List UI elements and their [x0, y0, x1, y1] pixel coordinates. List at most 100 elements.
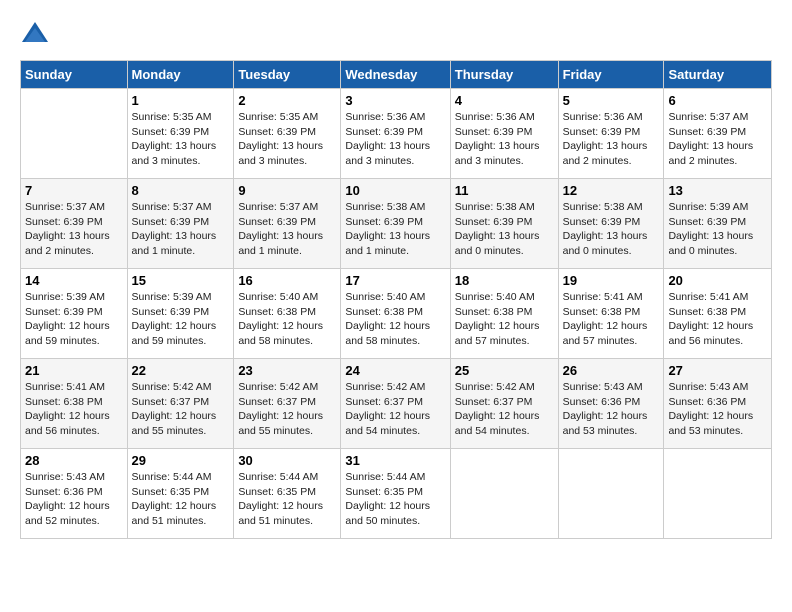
day-info: Sunrise: 5:42 AMSunset: 6:37 PMDaylight:… — [132, 380, 230, 439]
week-row-5: 28 Sunrise: 5:43 AMSunset: 6:36 PMDayligh… — [21, 449, 772, 539]
col-header-saturday: Saturday — [664, 61, 772, 89]
day-info: Sunrise: 5:42 AMSunset: 6:37 PMDaylight:… — [455, 380, 554, 439]
day-number: 13 — [668, 183, 767, 198]
day-info: Sunrise: 5:37 AMSunset: 6:39 PMDaylight:… — [238, 200, 336, 259]
day-cell: 12Sunrise: 5:38 AMSunset: 6:39 PMDayligh… — [558, 179, 664, 269]
page-header — [20, 20, 772, 50]
day-number: 16 — [238, 273, 336, 288]
day-cell: 14 Sunrise: 5:39 AMSunset: 6:39 PMDayligh… — [21, 269, 128, 359]
day-cell: 31Sunrise: 5:44 AMSunset: 6:35 PMDayligh… — [341, 449, 450, 539]
day-number: 7 — [25, 183, 123, 198]
day-info: Sunrise: 5:40 AMSunset: 6:38 PMDaylight:… — [345, 290, 445, 349]
day-number: 31 — [345, 453, 445, 468]
day-cell: 15 Sunrise: 5:39 AMSunset: 6:39 PMDayligh… — [127, 269, 234, 359]
calendar-table: SundayMondayTuesdayWednesdayThursdayFrid… — [20, 60, 772, 539]
day-cell: 2 Sunrise: 5:35 AMSunset: 6:39 PMDaylight… — [234, 89, 341, 179]
day-info: Sunrise: 5:37 AMSunset: 6:39 PMDaylight:… — [132, 200, 230, 259]
day-number: 14 — [25, 273, 123, 288]
day-info: Sunrise: 5:36 AMSunset: 6:39 PMDaylight:… — [345, 110, 445, 169]
day-number: 3 — [345, 93, 445, 108]
day-cell: 11Sunrise: 5:38 AMSunset: 6:39 PMDayligh… — [450, 179, 558, 269]
day-info: Sunrise: 5:44 AMSunset: 6:35 PMDaylight:… — [238, 470, 336, 529]
day-info: Sunrise: 5:41 AMSunset: 6:38 PMDaylight:… — [25, 380, 123, 439]
day-info: Sunrise: 5:39 AMSunset: 6:39 PMDaylight:… — [25, 290, 123, 349]
day-cell: 24Sunrise: 5:42 AMSunset: 6:37 PMDayligh… — [341, 359, 450, 449]
day-cell: 19 Sunrise: 5:41 AMSunset: 6:38 PMDayligh… — [558, 269, 664, 359]
day-number: 9 — [238, 183, 336, 198]
day-cell: 13 Sunrise: 5:39 AMSunset: 6:39 PMDayligh… — [664, 179, 772, 269]
day-number: 11 — [455, 183, 554, 198]
day-cell — [558, 449, 664, 539]
day-cell: 18 Sunrise: 5:40 AMSunset: 6:38 PMDayligh… — [450, 269, 558, 359]
day-cell: 7 Sunrise: 5:37 AMSunset: 6:39 PMDaylight… — [21, 179, 128, 269]
day-number: 15 — [132, 273, 230, 288]
day-info: Sunrise: 5:38 AMSunset: 6:39 PMDaylight:… — [563, 200, 660, 259]
day-info: Sunrise: 5:40 AMSunset: 6:38 PMDaylight:… — [455, 290, 554, 349]
day-number: 29 — [132, 453, 230, 468]
day-info: Sunrise: 5:39 AMSunset: 6:39 PMDaylight:… — [668, 200, 767, 259]
day-number: 18 — [455, 273, 554, 288]
day-info: Sunrise: 5:41 AMSunset: 6:38 PMDaylight:… — [563, 290, 660, 349]
logo-icon — [20, 20, 50, 50]
day-cell: 21Sunrise: 5:41 AMSunset: 6:38 PMDayligh… — [21, 359, 128, 449]
day-cell: 5 Sunrise: 5:36 AMSunset: 6:39 PMDaylight… — [558, 89, 664, 179]
day-info: Sunrise: 5:43 AMSunset: 6:36 PMDaylight:… — [25, 470, 123, 529]
day-cell: 28 Sunrise: 5:43 AMSunset: 6:36 PMDayligh… — [21, 449, 128, 539]
day-cell: 16 Sunrise: 5:40 AMSunset: 6:38 PMDayligh… — [234, 269, 341, 359]
day-cell: 20 Sunrise: 5:41 AMSunset: 6:38 PMDayligh… — [664, 269, 772, 359]
day-number: 27 — [668, 363, 767, 378]
day-cell: 25 Sunrise: 5:42 AMSunset: 6:37 PMDayligh… — [450, 359, 558, 449]
col-header-friday: Friday — [558, 61, 664, 89]
day-number: 22 — [132, 363, 230, 378]
day-cell: 3 Sunrise: 5:36 AMSunset: 6:39 PMDaylight… — [341, 89, 450, 179]
day-info: Sunrise: 5:39 AMSunset: 6:39 PMDaylight:… — [132, 290, 230, 349]
col-header-tuesday: Tuesday — [234, 61, 341, 89]
day-info: Sunrise: 5:42 AMSunset: 6:37 PMDaylight:… — [345, 380, 445, 439]
day-number: 25 — [455, 363, 554, 378]
day-number: 8 — [132, 183, 230, 198]
logo — [20, 20, 54, 50]
day-info: Sunrise: 5:43 AMSunset: 6:36 PMDaylight:… — [668, 380, 767, 439]
day-number: 28 — [25, 453, 123, 468]
day-info: Sunrise: 5:41 AMSunset: 6:38 PMDaylight:… — [668, 290, 767, 349]
day-number: 20 — [668, 273, 767, 288]
col-header-monday: Monday — [127, 61, 234, 89]
day-info: Sunrise: 5:35 AMSunset: 6:39 PMDaylight:… — [132, 110, 230, 169]
day-number: 2 — [238, 93, 336, 108]
week-row-4: 21Sunrise: 5:41 AMSunset: 6:38 PMDayligh… — [21, 359, 772, 449]
col-header-thursday: Thursday — [450, 61, 558, 89]
day-cell: 9 Sunrise: 5:37 AMSunset: 6:39 PMDaylight… — [234, 179, 341, 269]
week-row-2: 7 Sunrise: 5:37 AMSunset: 6:39 PMDaylight… — [21, 179, 772, 269]
day-number: 6 — [668, 93, 767, 108]
day-number: 10 — [345, 183, 445, 198]
day-cell — [450, 449, 558, 539]
day-cell: 23Sunrise: 5:42 AMSunset: 6:37 PMDayligh… — [234, 359, 341, 449]
day-cell: 29Sunrise: 5:44 AMSunset: 6:35 PMDayligh… — [127, 449, 234, 539]
day-info: Sunrise: 5:36 AMSunset: 6:39 PMDaylight:… — [563, 110, 660, 169]
day-info: Sunrise: 5:43 AMSunset: 6:36 PMDaylight:… — [563, 380, 660, 439]
day-number: 17 — [345, 273, 445, 288]
day-info: Sunrise: 5:40 AMSunset: 6:38 PMDaylight:… — [238, 290, 336, 349]
day-number: 4 — [455, 93, 554, 108]
day-info: Sunrise: 5:35 AMSunset: 6:39 PMDaylight:… — [238, 110, 336, 169]
day-cell: 6 Sunrise: 5:37 AMSunset: 6:39 PMDaylight… — [664, 89, 772, 179]
day-info: Sunrise: 5:36 AMSunset: 6:39 PMDaylight:… — [455, 110, 554, 169]
day-cell: 1 Sunrise: 5:35 AMSunset: 6:39 PMDaylight… — [127, 89, 234, 179]
day-cell — [21, 89, 128, 179]
day-info: Sunrise: 5:42 AMSunset: 6:37 PMDaylight:… — [238, 380, 336, 439]
day-cell: 8 Sunrise: 5:37 AMSunset: 6:39 PMDaylight… — [127, 179, 234, 269]
header-row: SundayMondayTuesdayWednesdayThursdayFrid… — [21, 61, 772, 89]
week-row-3: 14 Sunrise: 5:39 AMSunset: 6:39 PMDayligh… — [21, 269, 772, 359]
day-info: Sunrise: 5:37 AMSunset: 6:39 PMDaylight:… — [668, 110, 767, 169]
day-cell: 26 Sunrise: 5:43 AMSunset: 6:36 PMDayligh… — [558, 359, 664, 449]
day-number: 5 — [563, 93, 660, 108]
day-info: Sunrise: 5:37 AMSunset: 6:39 PMDaylight:… — [25, 200, 123, 259]
day-number: 26 — [563, 363, 660, 378]
day-number: 1 — [132, 93, 230, 108]
day-cell — [664, 449, 772, 539]
day-cell: 10 Sunrise: 5:38 AMSunset: 6:39 PMDayligh… — [341, 179, 450, 269]
day-number: 19 — [563, 273, 660, 288]
day-info: Sunrise: 5:38 AMSunset: 6:39 PMDaylight:… — [345, 200, 445, 259]
day-cell: 30Sunrise: 5:44 AMSunset: 6:35 PMDayligh… — [234, 449, 341, 539]
col-header-wednesday: Wednesday — [341, 61, 450, 89]
